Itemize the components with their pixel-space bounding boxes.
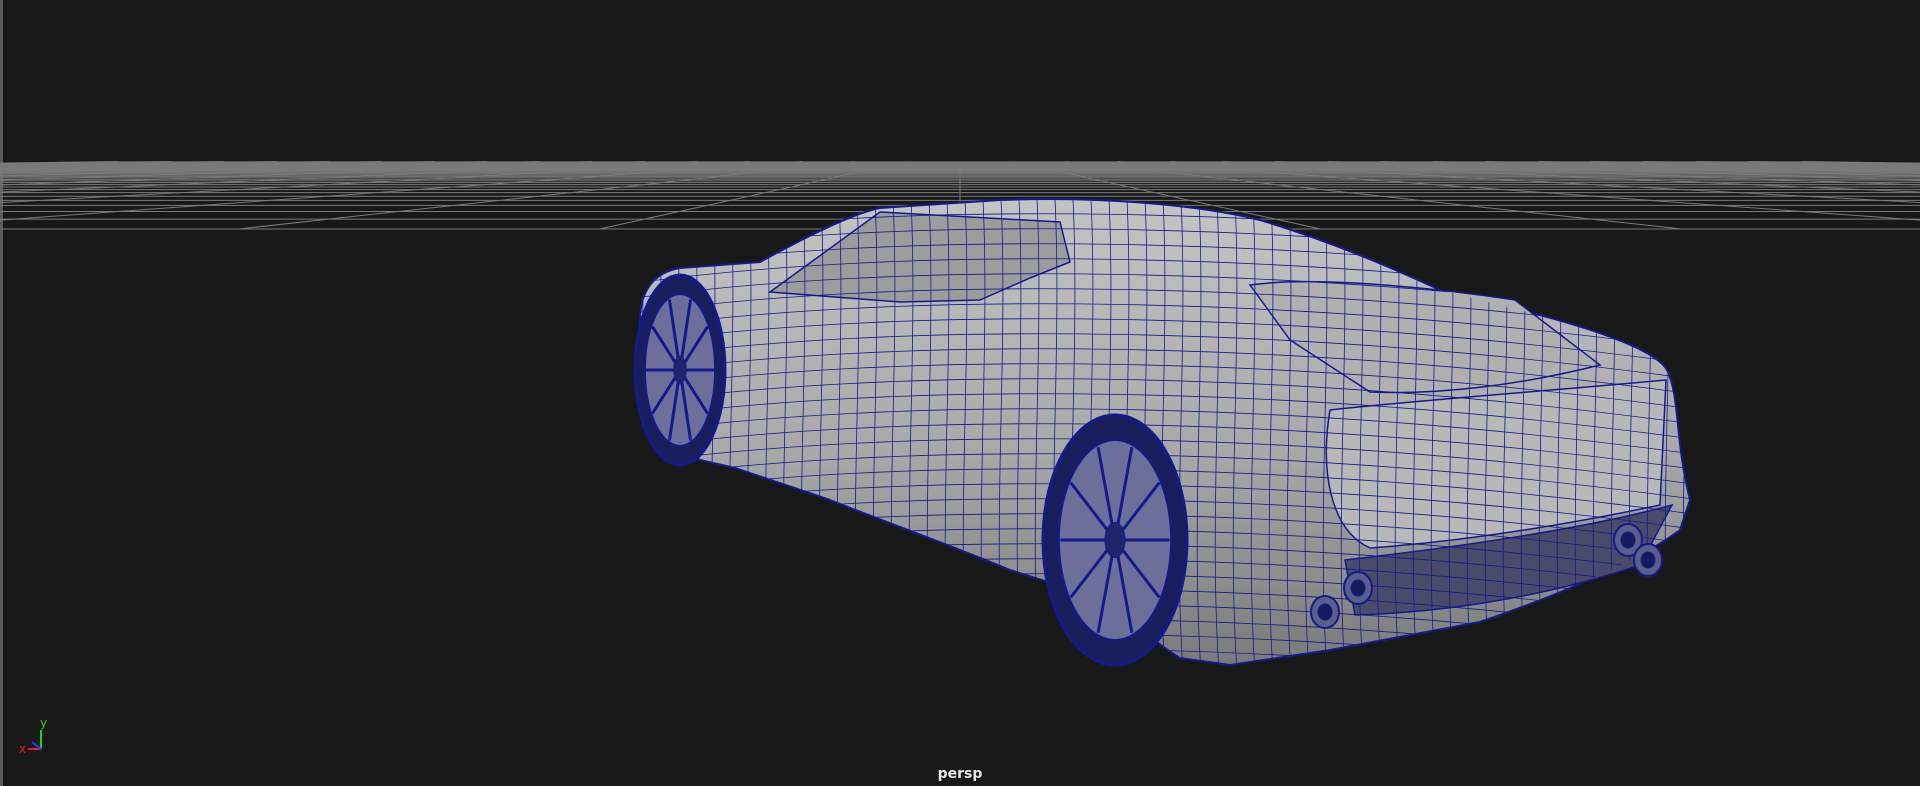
x-axis-label: x xyxy=(19,742,26,756)
axis-gizmo: x y xyxy=(19,716,47,756)
y-axis-label: y xyxy=(40,716,47,730)
camera-name-label: persp xyxy=(937,766,983,782)
z-axis-line xyxy=(31,741,42,750)
perspective-viewport[interactable]: x y persp xyxy=(0,0,1920,786)
